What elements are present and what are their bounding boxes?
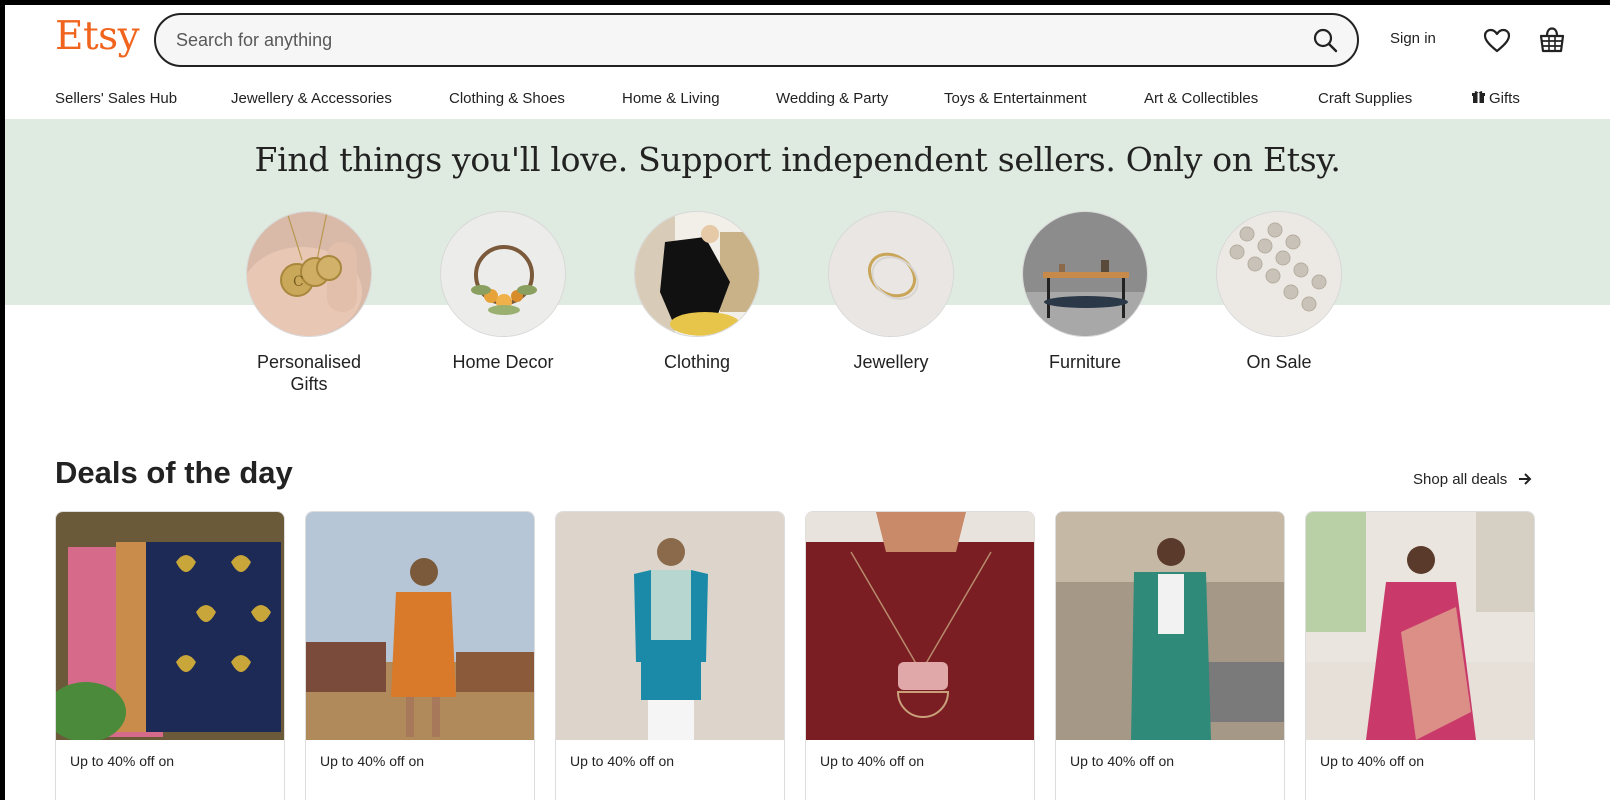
category-jewellery[interactable]: Jewellery [824,211,958,373]
category-image [828,211,954,337]
favorites-button[interactable] [1483,27,1511,55]
deals-title: Deals of the day [55,455,293,490]
deal-image [306,512,534,740]
category-clothing[interactable]: Clothing [630,211,764,373]
deal-text: Up to 40% off on [320,753,425,769]
deal-card[interactable]: Up to 40% off on [555,511,785,800]
deal-card[interactable]: Up to 40% off on [305,511,535,800]
category-image: C [246,211,372,337]
category-image [1022,211,1148,337]
nav-sellers-sales-hub[interactable]: Sellers' Sales Hub [55,90,177,107]
nav-clothing-shoes[interactable]: Clothing & Shoes [449,90,565,107]
category-image [440,211,566,337]
deal-text: Up to 40% off on [1070,753,1175,769]
gift-icon [1472,91,1485,103]
nav-craft-supplies[interactable]: Craft Supplies [1318,90,1412,107]
nav-art-collectibles[interactable]: Art & Collectibles [1144,90,1258,107]
category-personalised-gifts[interactable]: C Personalised Gifts [242,211,376,395]
deal-image [1056,512,1284,740]
hero-title: Find things you'll love. Support indepen… [254,140,1341,179]
nav-jewellery-accessories[interactable]: Jewellery & Accessories [231,90,392,107]
category-on-sale[interactable]: On Sale [1212,211,1346,373]
category-label: On Sale [1246,352,1312,372]
category-label: Personalised Gifts [256,352,362,394]
category-home-decor[interactable]: Home Decor [436,211,570,373]
svg-text:C: C [293,274,304,290]
deal-card[interactable]: Up to 40% off on [1305,511,1535,800]
deal-image [806,512,1034,740]
deal-text: Up to 40% off on [70,753,175,769]
deal-text: Up to 40% off on [1320,753,1425,769]
deal-image [56,512,284,742]
category-label: Furniture [1048,352,1122,372]
category-nav: Sellers' Sales Hub Jewellery & Accessori… [5,83,1610,119]
search-icon [1313,28,1338,53]
deal-card[interactable]: Up to 40% off on [805,511,1035,800]
page: Etsy Sign in [5,5,1610,800]
search-button[interactable] [1311,26,1341,56]
search-input[interactable] [176,28,1276,52]
nav-wedding-party[interactable]: Wedding & Party [776,90,888,107]
category-label: Clothing [663,352,731,372]
category-image [634,211,760,337]
category-furniture[interactable]: Furniture [1018,211,1152,373]
arrow-right-icon [1519,473,1532,485]
deal-image [556,512,784,740]
category-label: Home Decor [452,352,554,372]
deal-text: Up to 40% off on [570,753,675,769]
sign-in-link[interactable]: Sign in [1390,30,1436,47]
cart-icon [1539,27,1565,53]
etsy-logo[interactable]: Etsy [55,14,140,59]
shop-all-deals-link[interactable]: Shop all deals [1413,471,1533,488]
category-image [1216,211,1342,337]
heart-icon [1483,28,1511,53]
deal-text: Up to 40% off on [820,753,925,769]
deal-card[interactable]: Up to 40% off on [55,511,285,800]
nav-toys-entertainment[interactable]: Toys & Entertainment [944,90,1087,107]
category-label: Jewellery [853,352,929,372]
shop-all-label: Shop all deals [1413,471,1508,488]
header: Etsy Sign in [5,5,1610,81]
cart-button[interactable] [1538,25,1566,55]
nav-home-living[interactable]: Home & Living [622,90,720,107]
nav-gifts-label: Gifts [1489,90,1520,107]
deal-image [1306,512,1534,740]
deal-card[interactable]: Up to 40% off on [1055,511,1285,800]
nav-gifts[interactable]: Gifts [1472,90,1520,107]
search-bar [154,13,1359,67]
